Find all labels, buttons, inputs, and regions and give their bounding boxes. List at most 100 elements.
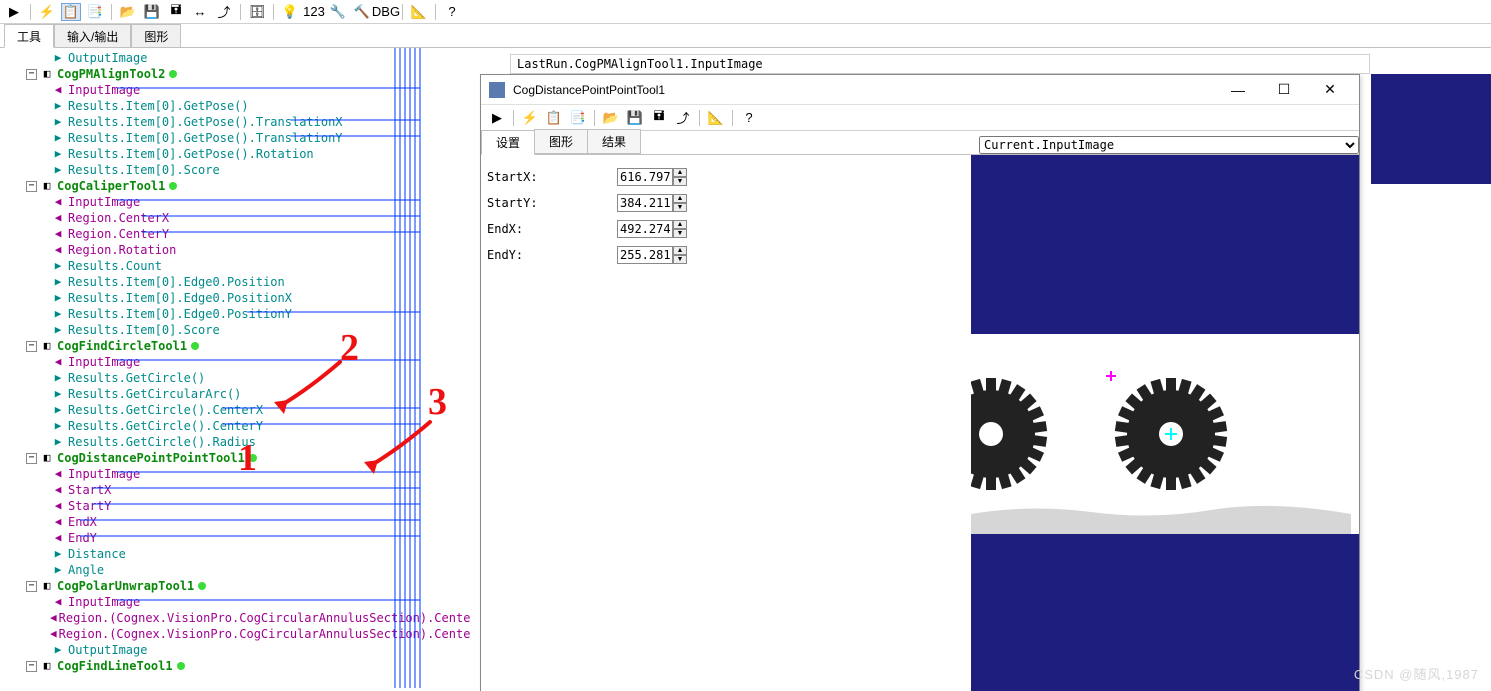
tree-node-33[interactable]: −◧CogPolarUnwrapTool1 xyxy=(10,578,470,594)
toolbar-button-9[interactable]: 🗄 xyxy=(247,3,267,21)
tree-node-37[interactable]: ▶OutputImage xyxy=(10,642,470,658)
endx-label: EndX: xyxy=(487,222,617,236)
tree-node-30[interactable]: ◀EndY xyxy=(10,530,470,546)
sub-titlebar[interactable]: CogDistancePointPointTool1 — ☐ ✕ xyxy=(481,75,1359,105)
toolbar-button-16[interactable]: ? xyxy=(442,3,462,21)
toolbar-button-2[interactable]: 📋 xyxy=(61,3,81,21)
toolbar-button-4[interactable]: 📂 xyxy=(118,3,138,21)
expander-icon[interactable]: − xyxy=(26,661,37,672)
toolbar-button-12[interactable]: 🔧 xyxy=(328,3,348,21)
toolbar-button-6[interactable]: 🖬 xyxy=(166,3,186,21)
tree-node-9[interactable]: ◀InputImage xyxy=(10,194,470,210)
sub-toolbar-button-7[interactable]: ⤴ xyxy=(673,109,693,127)
sub-toolbar-button-8[interactable]: 📐 xyxy=(706,109,726,127)
toolbar-button-14[interactable]: DBG xyxy=(376,3,396,21)
subtab-results[interactable]: 结果 xyxy=(587,129,641,154)
tree-node-21[interactable]: ▶Results.GetCircularArc() xyxy=(10,386,470,402)
tree-node-3[interactable]: ▶Results.Item[0].GetPose() xyxy=(10,98,470,114)
startx-down[interactable]: ▼ xyxy=(673,177,687,186)
toolbar-button-5[interactable]: 💾 xyxy=(142,3,162,21)
toolbar-button-15[interactable]: 📐 xyxy=(409,3,429,21)
tab-graphic[interactable]: 图形 xyxy=(131,24,181,47)
sub-toolbar-button-5[interactable]: 💾 xyxy=(625,109,645,127)
close-button[interactable]: ✕ xyxy=(1309,77,1351,103)
tree-node-5[interactable]: ▶Results.Item[0].GetPose().TranslationY xyxy=(10,130,470,146)
tree-node-31[interactable]: ▶Distance xyxy=(10,546,470,562)
toolbar-button-3[interactable]: 📑 xyxy=(85,3,105,21)
image-preview[interactable] xyxy=(971,155,1359,691)
toolbar-button-13[interactable]: 🔨 xyxy=(352,3,372,21)
tree-node-11[interactable]: ◀Region.CenterY xyxy=(10,226,470,242)
tree-node-17[interactable]: ▶Results.Item[0].Score xyxy=(10,322,470,338)
endy-input[interactable] xyxy=(617,246,673,264)
tree-node-4[interactable]: ▶Results.Item[0].GetPose().TranslationX xyxy=(10,114,470,130)
tree-node-8[interactable]: −◧CogCaliperTool1 xyxy=(10,178,470,194)
tree-node-16[interactable]: ▶Results.Item[0].Edge0.PositionY xyxy=(10,306,470,322)
output-arrow-icon: ▶ xyxy=(50,562,66,578)
tree-node-13[interactable]: ▶Results.Count xyxy=(10,258,470,274)
tree-node-6[interactable]: ▶Results.Item[0].GetPose().Rotation xyxy=(10,146,470,162)
endy-down[interactable]: ▼ xyxy=(673,255,687,264)
starty-input[interactable] xyxy=(617,194,673,212)
toolbar-button-0[interactable]: ▶ xyxy=(4,3,24,21)
endy-up[interactable]: ▲ xyxy=(673,246,687,255)
starty-up[interactable]: ▲ xyxy=(673,194,687,203)
tree-node-19[interactable]: ◀InputImage xyxy=(10,354,470,370)
tree-node-10[interactable]: ◀Region.CenterX xyxy=(10,210,470,226)
sub-toolbar-button-3[interactable]: 📑 xyxy=(568,109,588,127)
toolbar-button-7[interactable]: ↔ xyxy=(190,3,210,21)
tree-node-29[interactable]: ◀EndX xyxy=(10,514,470,530)
node-label: Results.GetCircle() xyxy=(68,370,205,386)
tree-node-34[interactable]: ◀InputImage xyxy=(10,594,470,610)
tree-node-14[interactable]: ▶Results.Item[0].Edge0.Position xyxy=(10,274,470,290)
tree-node-0[interactable]: ▶OutputImage xyxy=(10,50,470,66)
minimize-button[interactable]: — xyxy=(1217,77,1259,103)
subtab-graphic[interactable]: 图形 xyxy=(534,129,588,154)
tree-node-28[interactable]: ◀StartY xyxy=(10,498,470,514)
node-label: Results.Item[0].GetPose() xyxy=(68,98,249,114)
startx-up[interactable]: ▲ xyxy=(673,168,687,177)
tree-node-7[interactable]: ▶Results.Item[0].Score xyxy=(10,162,470,178)
tree-node-15[interactable]: ▶Results.Item[0].Edge0.PositionX xyxy=(10,290,470,306)
tree-node-22[interactable]: ▶Results.GetCircle().CenterX xyxy=(10,402,470,418)
output-arrow-icon: ▶ xyxy=(50,290,66,306)
image-dropdown[interactable]: Current.InputImage xyxy=(979,136,1359,154)
sub-toolbar-button-9[interactable]: ? xyxy=(739,109,759,127)
sub-toolbar-button-6[interactable]: 🖬 xyxy=(649,109,669,127)
tree-node-2[interactable]: ◀InputImage xyxy=(10,82,470,98)
tree-node-1[interactable]: −◧CogPMAlignTool2 xyxy=(10,66,470,82)
expander-icon[interactable]: − xyxy=(26,581,37,592)
endx-down[interactable]: ▼ xyxy=(673,229,687,238)
expander-icon[interactable]: − xyxy=(26,453,37,464)
tree-node-32[interactable]: ▶Angle xyxy=(10,562,470,578)
starty-down[interactable]: ▼ xyxy=(673,203,687,212)
maximize-button[interactable]: ☐ xyxy=(1263,77,1305,103)
endx-input[interactable] xyxy=(617,220,673,238)
toolbar-button-11[interactable]: 123 xyxy=(304,3,324,21)
expander-icon[interactable]: − xyxy=(26,69,37,80)
toolbar-button-1[interactable]: ⚡ xyxy=(37,3,57,21)
tree-node-18[interactable]: −◧CogFindCircleTool1 xyxy=(10,338,470,354)
output-arrow-icon: ▶ xyxy=(50,130,66,146)
endy-label: EndY: xyxy=(487,248,617,262)
sub-toolbar-button-0[interactable]: ▶ xyxy=(487,109,507,127)
sub-toolbar-button-4[interactable]: 📂 xyxy=(601,109,621,127)
tab-io[interactable]: 输入/输出 xyxy=(54,24,131,47)
expander-icon[interactable]: − xyxy=(26,181,37,192)
startx-input[interactable] xyxy=(617,168,673,186)
toolbar-button-10[interactable]: 💡 xyxy=(280,3,300,21)
node-label: Results.GetCircularArc() xyxy=(68,386,241,402)
sub-toolbar-button-2[interactable]: 📋 xyxy=(544,109,564,127)
expander-icon[interactable]: − xyxy=(26,341,37,352)
subtab-settings[interactable]: 设置 xyxy=(481,130,535,155)
endx-up[interactable]: ▲ xyxy=(673,220,687,229)
tab-tools[interactable]: 工具 xyxy=(4,24,54,48)
tree-node-20[interactable]: ▶Results.GetCircle() xyxy=(10,370,470,386)
tree-node-35[interactable]: ◀Region.(Cognex.VisionPro.CogCircularAnn… xyxy=(10,610,470,626)
tree-node-12[interactable]: ◀Region.Rotation xyxy=(10,242,470,258)
toolbar-button-8[interactable]: ⤴ xyxy=(214,3,234,21)
tool-tree[interactable]: ▶OutputImage−◧CogPMAlignTool2◀InputImage… xyxy=(0,48,470,691)
sub-toolbar-button-1[interactable]: ⚡ xyxy=(520,109,540,127)
tree-node-36[interactable]: ◀Region.(Cognex.VisionPro.CogCircularAnn… xyxy=(10,626,470,642)
tree-node-38[interactable]: −◧CogFindLineTool1 xyxy=(10,658,470,674)
